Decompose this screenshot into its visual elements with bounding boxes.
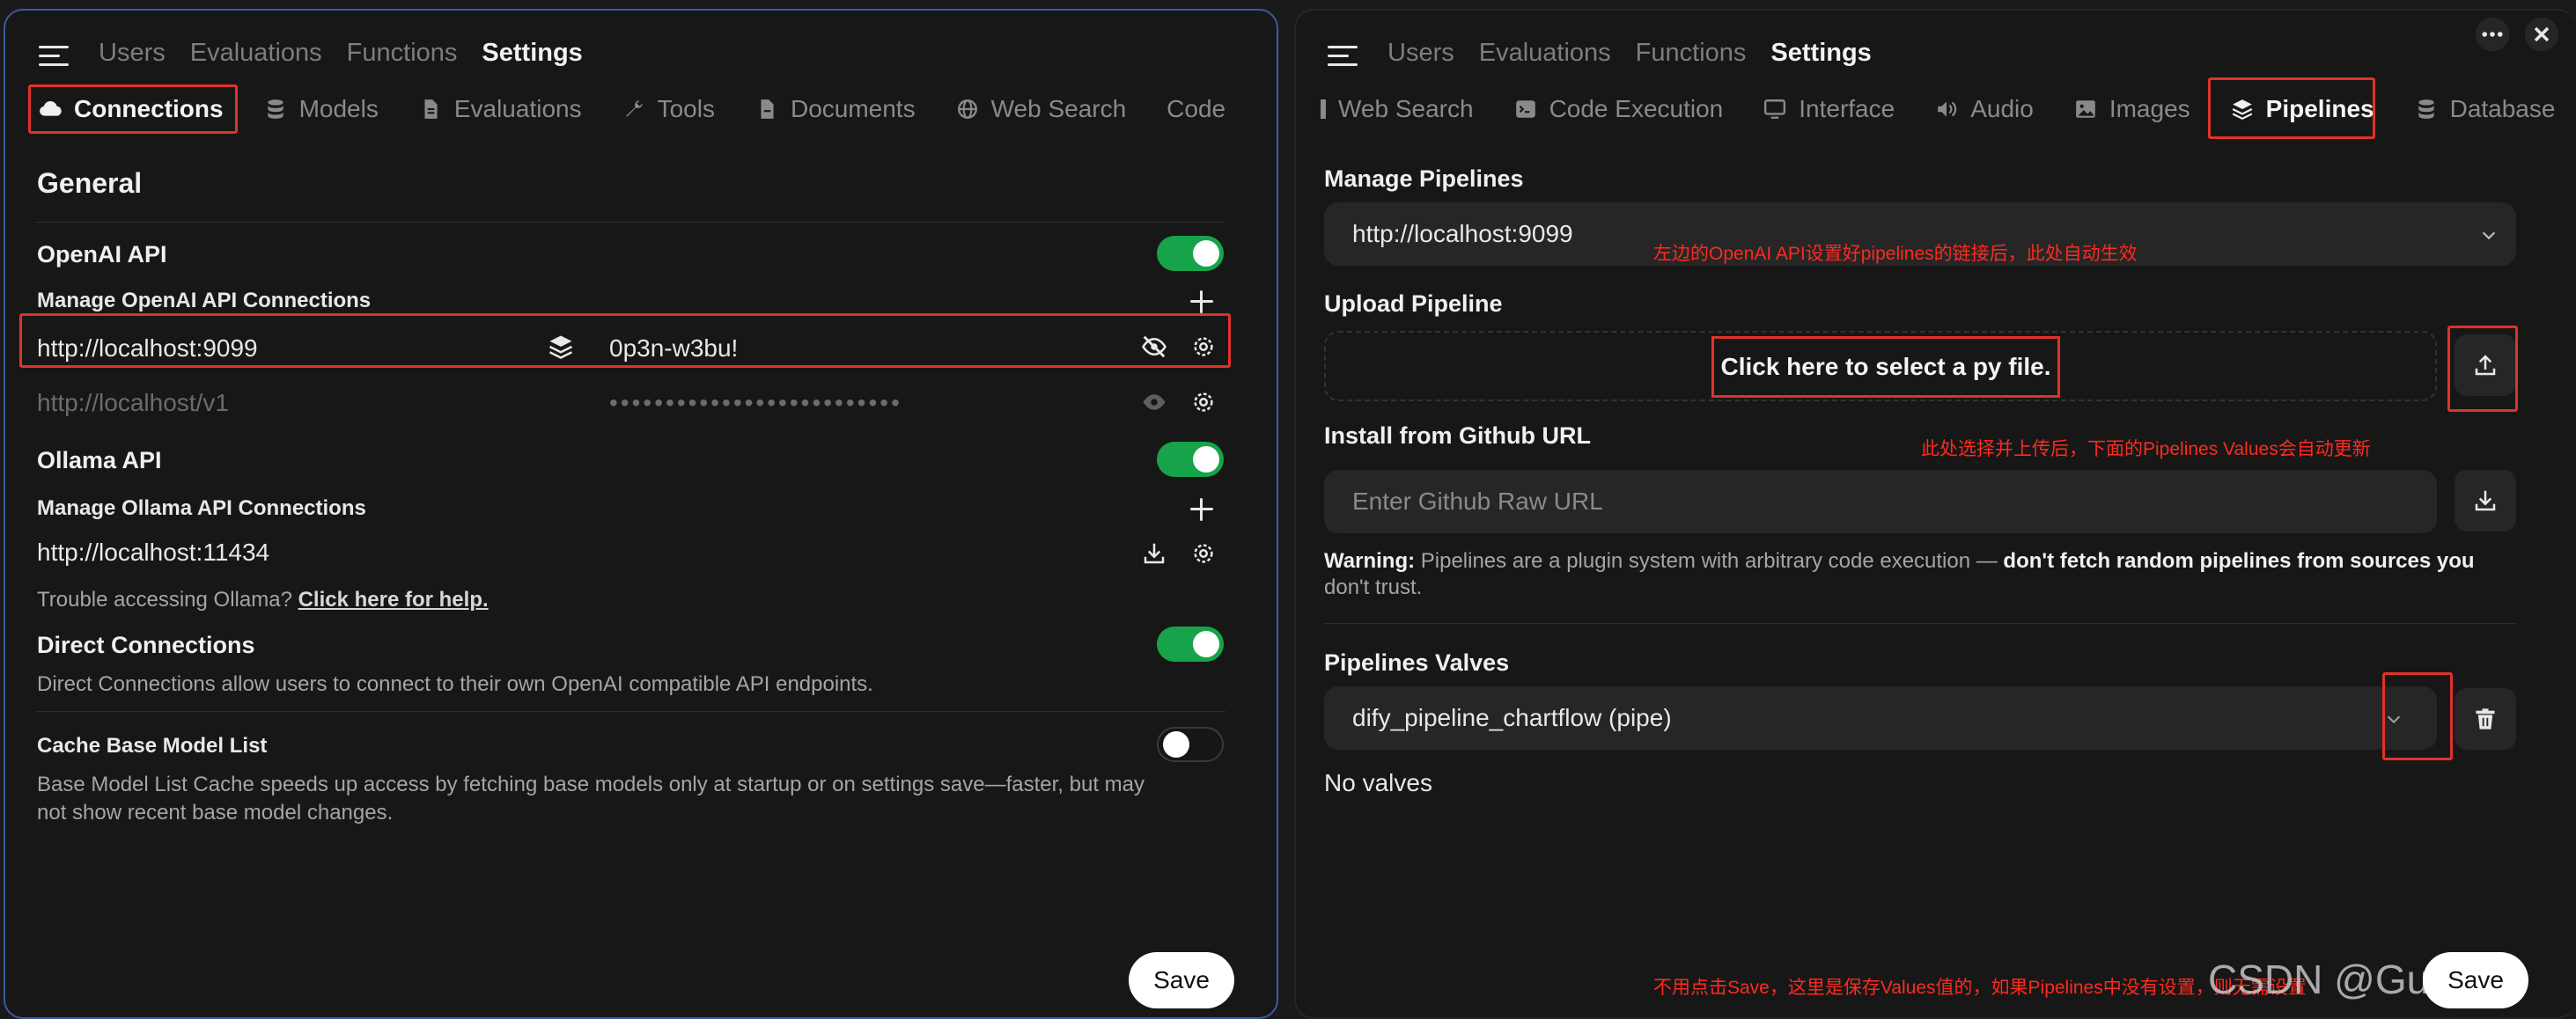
tab-evaluations[interactable]: Evaluations (419, 95, 582, 123)
settings-tabs: Web Search Code Execution Interface Audi… (1321, 95, 2571, 123)
monitor-icon (1764, 99, 1786, 119)
ollama-connection-url[interactable]: http://localhost:11434 (37, 539, 269, 567)
cache-base-model-toggle[interactable] (1157, 727, 1224, 762)
trash-icon (2476, 708, 2495, 729)
terminal-icon (1515, 100, 1535, 118)
nav-users[interactable]: Users (99, 39, 166, 67)
save-button[interactable]: Save (1129, 952, 1234, 1008)
annotation-pipeline-url: 左边的OpenAI API设置好pipelines的链接后，此处自动生效 (1653, 244, 2138, 264)
tab-code-execution[interactable]: Code Execution (1514, 95, 1723, 123)
save-button[interactable]: Save (2423, 952, 2528, 1008)
annotation-upload: 此处选择并上传后，下面的Pipelines Values会自动更新 (1921, 439, 2371, 459)
divider (35, 222, 1225, 223)
nav-functions[interactable]: Functions (1636, 39, 1747, 67)
database-icon (267, 99, 283, 119)
tab-code[interactable]: Code (1167, 95, 1225, 123)
download-icon (2475, 490, 2496, 511)
openai-connection-url[interactable]: http://localhost/v1 (37, 389, 229, 417)
close-icon[interactable] (2523, 16, 2560, 53)
select-py-file-button[interactable]: Click here to select a py file. (1711, 336, 2060, 398)
divider (35, 711, 1225, 712)
tab-documents[interactable]: Documents (755, 95, 916, 123)
nav-evaluations[interactable]: Evaluations (190, 39, 322, 67)
document-icon (424, 99, 438, 119)
connections-settings-panel: Users Evaluations Functions Settings Connec… (4, 9, 1278, 1019)
image-icon (2075, 100, 2095, 118)
manage-pipelines-title: Manage Pipelines (1324, 165, 1524, 192)
download-icon[interactable] (1141, 540, 1167, 567)
gear-icon[interactable] (1190, 540, 1217, 567)
manage-ollama-label: Manage Ollama API Connections (37, 496, 366, 520)
openai-api-toggle[interactable] (1157, 236, 1224, 271)
highlight-pipelines-tab (2208, 77, 2375, 139)
tab-database[interactable]: Database (2415, 95, 2555, 123)
ollama-api-toggle[interactable] (1157, 442, 1224, 477)
tab-audio[interactable]: Audio (1935, 95, 2034, 123)
tab-web-search[interactable]: Web Search (956, 95, 1126, 123)
ollama-api-title: Ollama API (37, 447, 162, 473)
tab-web-search[interactable]: Web Search (1321, 95, 1474, 123)
globe-icon (1321, 99, 1326, 119)
highlight-upload-button (2447, 326, 2518, 412)
file-icon (761, 99, 774, 119)
install-button[interactable] (2455, 470, 2516, 531)
chevron-down-icon (2482, 231, 2496, 240)
gear-icon[interactable] (1190, 389, 1217, 415)
cache-desc-line1: Base Model List Cache speeds up access b… (37, 773, 1145, 796)
cache-desc-line2: not show recent base model changes. (37, 801, 394, 825)
delete-pipeline-button[interactable] (2455, 688, 2516, 750)
direct-connections-toggle[interactable] (1157, 627, 1224, 662)
highlight-valve-dropdown (2382, 672, 2453, 760)
github-url-input[interactable]: Enter Github Raw URL (1324, 470, 2437, 533)
openai-connection-key-masked[interactable]: •••••••••••••••••••••••••• (609, 389, 902, 417)
pipelines-settings-panel: Users Evaluations Functions Settings Web Se… (1294, 9, 2576, 1019)
database-icon (2418, 99, 2434, 119)
eye-icon[interactable] (1141, 389, 1167, 415)
ollama-help: Trouble accessing Ollama? Click here for… (37, 588, 489, 612)
top-nav: Users Evaluations Functions Settings (1387, 39, 1896, 68)
menu-icon[interactable] (39, 46, 69, 67)
nav-evaluations[interactable]: Evaluations (1479, 39, 1611, 67)
pipelines-valves-title: Pipelines Valves (1324, 649, 1510, 676)
top-nav: Users Evaluations Functions Settings (99, 39, 607, 68)
cache-base-model-title: Cache Base Model List (37, 734, 268, 758)
no-valves-text: No valves (1324, 769, 1432, 796)
tab-tools[interactable]: Tools (622, 95, 715, 123)
divider (1324, 623, 2516, 624)
menu-icon[interactable] (1328, 46, 1358, 67)
manage-openai-label: Manage OpenAI API Connections (37, 289, 372, 312)
wrench-icon (625, 100, 643, 117)
highlight-connections-tab (28, 84, 238, 134)
speaker-icon (1938, 101, 1957, 117)
openai-api-title: OpenAI API (37, 241, 167, 268)
highlight-openai-connection (19, 313, 1231, 368)
pipelines-warning-line2: don't trust. (1324, 575, 1423, 599)
upload-pipeline-title: Upload Pipeline (1324, 290, 1503, 317)
tab-models[interactable]: Models (264, 95, 379, 123)
nav-settings[interactable]: Settings (1770, 39, 1871, 67)
direct-connections-desc: Direct Connections allow users to connec… (37, 672, 873, 696)
add-ollama-connection-icon[interactable] (1190, 498, 1213, 521)
nav-settings[interactable]: Settings (482, 39, 582, 67)
tab-images[interactable]: Images (2074, 95, 2190, 123)
globe-icon (957, 99, 977, 119)
tab-interface[interactable]: Interface (1763, 95, 1895, 123)
pipelines-warning: Warning: Pipelines are a plugin system w… (1324, 549, 2475, 573)
nav-functions[interactable]: Functions (347, 39, 458, 67)
ollama-help-link[interactable]: Click here for help. (298, 588, 489, 612)
valve-select[interactable]: dify_pipeline_chartflow (pipe) (1324, 686, 2437, 750)
direct-connections-title: Direct Connections (37, 632, 255, 658)
nav-users[interactable]: Users (1387, 39, 1454, 67)
install-github-title: Install from Github URL (1324, 422, 1591, 449)
section-title: General (37, 167, 143, 199)
add-openai-connection-icon[interactable] (1190, 290, 1213, 313)
more-options-icon[interactable] (2474, 16, 2511, 53)
